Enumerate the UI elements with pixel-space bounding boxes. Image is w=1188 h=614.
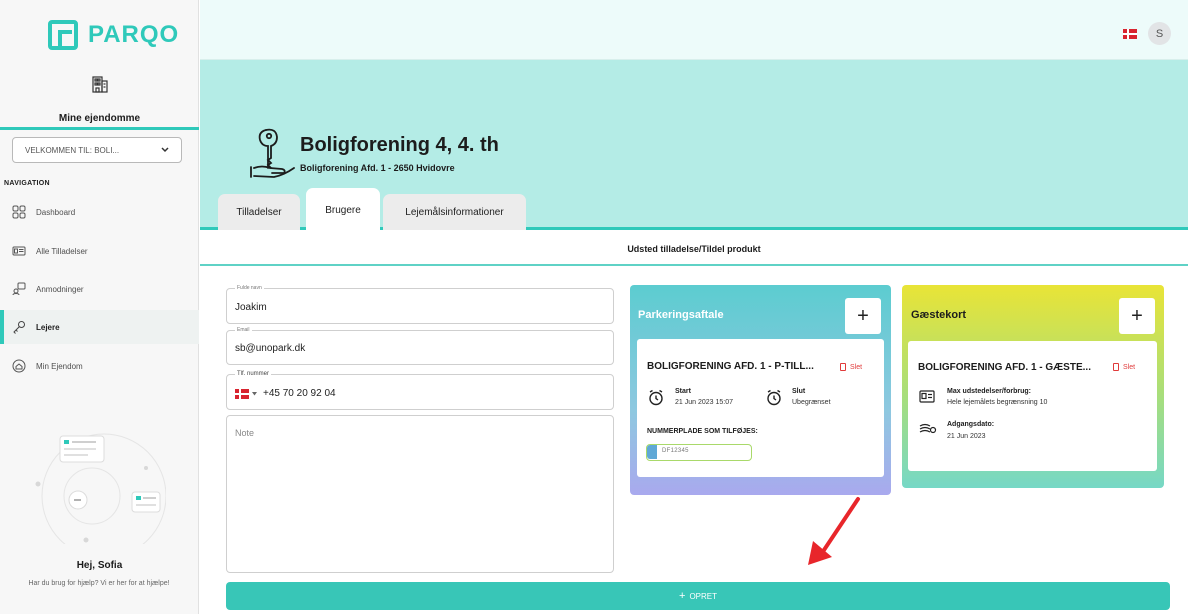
license-plate-value: DF12345 xyxy=(662,448,689,454)
parking-permit-title: BOLIGFORENING AFD. 1 - P-TILL... xyxy=(647,361,814,372)
logo-text: PARQO xyxy=(88,21,180,48)
danish-flag-icon[interactable] xyxy=(1123,29,1137,39)
red-arrow-annotation xyxy=(808,497,860,565)
plus-icon: + xyxy=(1131,304,1143,327)
requests-icon xyxy=(12,282,26,296)
sidebar-item-label: Dashboard xyxy=(36,207,76,217)
email-field[interactable]: Email sb@unopark.dk xyxy=(226,327,614,365)
create-button-label: OPRET xyxy=(689,591,717,601)
alarm-clock-icon xyxy=(649,389,663,406)
sidebar-item-all-permits[interactable]: Alle Tilladelser xyxy=(0,234,199,268)
delete-label: Slet xyxy=(1123,363,1136,371)
top-bar xyxy=(200,0,1188,60)
max-usage-label: Max udstedelser/forbrug: xyxy=(947,388,1032,395)
access-signal-icon xyxy=(919,423,937,434)
plus-icon: + xyxy=(857,304,869,327)
issue-permit-heading: Udsted tilladelse/Tildel produkt xyxy=(200,233,1188,266)
sidebar-item-label: Lejere xyxy=(36,322,60,332)
parqo-logo[interactable]: PARQO xyxy=(48,18,179,52)
guest-card-item-title: BOLIGFORENING AFD. 1 - GÆSTE... xyxy=(918,362,1091,373)
sidebar-item-label: Anmodninger xyxy=(36,284,84,294)
add-guest-card-button[interactable]: + xyxy=(1119,298,1155,334)
delete-guest-card-button[interactable]: Slet xyxy=(1113,363,1135,371)
sidebar-item-tenants[interactable]: Lejere xyxy=(0,310,199,344)
building-icon xyxy=(91,76,108,93)
sidebar-item-my-property[interactable]: Min Ejendom xyxy=(0,349,199,383)
help-text: Har du brug for hjælp? Vi er her for at … xyxy=(28,580,170,587)
delete-parking-button[interactable]: Slet xyxy=(840,363,862,371)
end-label: Slut xyxy=(792,388,806,395)
property-select[interactable]: VELKOMMEN TIL: BOLI... xyxy=(12,137,182,163)
my-properties[interactable]: Mine ejendomme xyxy=(0,74,199,130)
key-icon xyxy=(13,321,25,334)
chevron-down-icon xyxy=(161,147,169,153)
email-value: sb@unopark.dk xyxy=(235,343,306,354)
tab-permits[interactable]: Tilladelser xyxy=(218,194,300,230)
license-plate-input[interactable]: DF12345 xyxy=(646,444,752,461)
trash-icon xyxy=(1113,363,1119,371)
phone-field[interactable]: Tlf. nummer +45 70 20 92 04 xyxy=(226,371,614,410)
parqo-logo-icon xyxy=(48,20,78,50)
phone-value: +45 70 20 92 04 xyxy=(263,388,336,399)
delete-label: Slet xyxy=(850,363,863,371)
id-card-icon xyxy=(12,246,26,256)
plus-icon: + xyxy=(679,590,686,602)
home-icon xyxy=(12,359,26,373)
sidebar-item-label: Alle Tilladelser xyxy=(36,246,88,256)
note-placeholder: Note xyxy=(235,428,255,438)
full-name-field[interactable]: Fulde navn Joakim xyxy=(226,285,614,324)
access-date-label: Adgangsdato: xyxy=(947,421,995,428)
sidebar-item-dashboard[interactable]: Dashboard xyxy=(0,195,199,229)
chevron-down-icon[interactable] xyxy=(252,392,257,396)
field-label: Email xyxy=(235,327,252,333)
trash-icon xyxy=(840,363,846,371)
create-button[interactable]: + OPRET xyxy=(226,582,1170,610)
help-greeting: Hej, Sofia xyxy=(76,560,123,571)
field-label: Tlf. nummer xyxy=(235,371,272,377)
tab-lease-information[interactable]: Lejemålsinformationer xyxy=(383,194,526,230)
sidebar-item-label: Min Ejendom xyxy=(36,361,83,371)
plate-heading: NUMMERPLADE SOM TILFØJES: xyxy=(647,428,758,435)
property-select-value: VELKOMMEN TIL: BOLI... xyxy=(25,145,120,155)
tab-users[interactable]: Brugere xyxy=(306,188,380,233)
guest-card-title: Gæstekort xyxy=(911,309,967,321)
sidebar-item-requests[interactable]: Anmodninger xyxy=(0,272,199,306)
field-label: Fulde navn xyxy=(235,285,264,291)
guest-card-item xyxy=(908,341,1157,471)
navigation-heading: NAVIGATION xyxy=(4,180,50,187)
start-value: 21 Jun 2023 15:07 xyxy=(675,399,733,406)
max-usage-value: Hele lejemålets begrænsning 10 xyxy=(947,399,1048,406)
help-illustration xyxy=(35,433,166,544)
start-label: Start xyxy=(675,388,691,395)
apartment-subtitle: Boligforening Afd. 1 - 2650 Hvidovre xyxy=(300,163,455,173)
apartment-title: Boligforening 4, 4. th xyxy=(300,134,499,156)
dashboard-icon xyxy=(12,205,26,219)
end-value: Ubegrænset xyxy=(792,399,831,406)
id-card-icon xyxy=(919,390,935,403)
parking-card-title: Parkeringsaftale xyxy=(638,309,724,321)
user-avatar[interactable]: S xyxy=(1148,22,1171,45)
note-field[interactable]: Note xyxy=(226,415,614,573)
sidebar: PARQO Mine ejendomme VELKOMMEN TIL: BOLI… xyxy=(0,0,199,614)
alarm-clock-icon xyxy=(767,389,781,406)
access-date-value: 21 Jun 2023 xyxy=(947,433,986,440)
plate-country-strip xyxy=(647,445,657,459)
add-parking-button[interactable]: + xyxy=(845,298,881,334)
full-name-value: Joakim xyxy=(235,302,267,313)
danish-flag-icon[interactable] xyxy=(235,389,249,399)
key-in-hand-icon xyxy=(250,128,295,178)
my-properties-label: Mine ejendomme xyxy=(58,113,141,124)
